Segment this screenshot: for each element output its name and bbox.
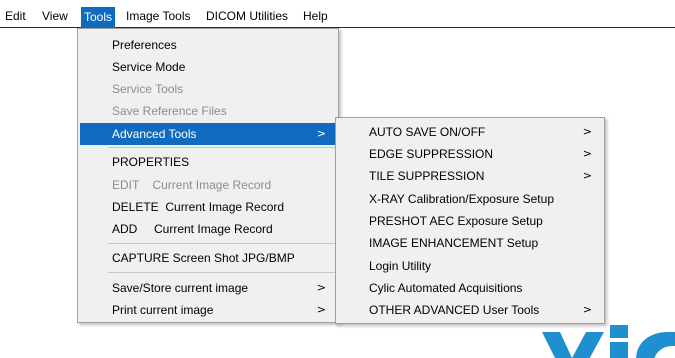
- menu-item-save-store-image-label: Save/Store current image: [112, 281, 249, 295]
- menu-separator: [108, 272, 336, 273]
- submenu-item-auto-save-label: AUTO SAVE ON/OFF: [369, 125, 486, 139]
- submenu-item-other-advanced-tools-label: OTHER ADVANCED User Tools: [369, 303, 540, 317]
- menu-tools[interactable]: Tools: [81, 7, 116, 28]
- menu-item-add-record[interactable]: ADD Current Image Record: [80, 218, 336, 240]
- submenu-item-tile-suppression[interactable]: TILE SUPPRESSION >: [338, 165, 602, 187]
- brand-logo-shape: [542, 325, 675, 358]
- menu-item-save-store-image[interactable]: Save/Store current image >: [80, 277, 336, 299]
- menu-item-edit-record: EDIT Current Image Record: [112, 178, 272, 192]
- chevron-right-icon: >: [582, 169, 592, 182]
- submenu-item-preshot-aec[interactable]: PRESHOT AEC Exposure Setup: [338, 210, 602, 232]
- submenu-item-edge-suppression-label: EDGE SUPPRESSION: [369, 147, 494, 161]
- menu-edit[interactable]: Edit: [2, 6, 29, 26]
- menu-item-service-tools: Service Tools: [112, 82, 184, 96]
- tools-menu: Preferences Service Mode Service Tools S…: [77, 28, 339, 323]
- menu-item-advanced-tools[interactable]: Advanced Tools >: [80, 123, 336, 145]
- submenu-item-tile-suppression-label: TILE SUPPRESSION: [369, 169, 485, 183]
- menu-item-save-reference-files: Save Reference Files: [112, 104, 227, 118]
- chevron-right-icon: >: [582, 147, 592, 160]
- chevron-right-icon: >: [316, 127, 326, 140]
- menu-dicom-utilities[interactable]: DICOM Utilities: [203, 6, 291, 26]
- submenu-item-edge-suppression[interactable]: EDGE SUPPRESSION >: [338, 143, 602, 165]
- advanced-tools-submenu: AUTO SAVE ON/OFF > EDGE SUPPRESSION > TI…: [335, 117, 605, 324]
- brand-logo-fragment: [542, 322, 675, 358]
- submenu-item-login-utility[interactable]: Login Utility: [338, 255, 602, 277]
- menu-item-properties[interactable]: PROPERTIES: [80, 151, 336, 173]
- submenu-item-image-enhancement[interactable]: IMAGE ENHANCEMENT Setup: [338, 232, 602, 254]
- chevron-right-icon: >: [582, 125, 592, 138]
- chevron-right-icon: >: [316, 303, 326, 316]
- menu-item-advanced-tools-label: Advanced Tools: [112, 127, 197, 141]
- submenu-item-auto-save[interactable]: AUTO SAVE ON/OFF >: [338, 121, 602, 143]
- menu-item-service-mode[interactable]: Service Mode: [80, 56, 336, 78]
- menu-separator: [108, 147, 336, 148]
- menu-item-print-image[interactable]: Print current image >: [80, 299, 336, 321]
- menu-separator: [108, 243, 336, 244]
- menu-item-print-image-label: Print current image: [112, 303, 214, 317]
- submenu-item-other-advanced-tools[interactable]: OTHER ADVANCED User Tools >: [338, 299, 602, 321]
- chevron-right-icon: >: [316, 281, 326, 294]
- submenu-item-xray-calibration[interactable]: X-RAY Calibration/Exposure Setup: [338, 188, 602, 210]
- menu-image-tools[interactable]: Image Tools: [123, 6, 193, 26]
- menu-item-preferences[interactable]: Preferences: [80, 34, 336, 56]
- submenu-item-cyclic-acquisitions[interactable]: Cylic Automated Acquisitions: [338, 277, 602, 299]
- menu-bar: Edit View Tools Image Tools DICOM Utilit…: [0, 0, 675, 28]
- menu-item-capture-screenshot[interactable]: CAPTURE Screen Shot JPG/BMP: [80, 247, 336, 269]
- app-window: Edit View Tools Image Tools DICOM Utilit…: [0, 0, 675, 358]
- menu-item-delete-record[interactable]: DELETE Current Image Record: [80, 196, 336, 218]
- menu-help[interactable]: Help: [300, 6, 331, 26]
- chevron-right-icon: >: [582, 303, 592, 316]
- menu-view[interactable]: View: [39, 6, 71, 26]
